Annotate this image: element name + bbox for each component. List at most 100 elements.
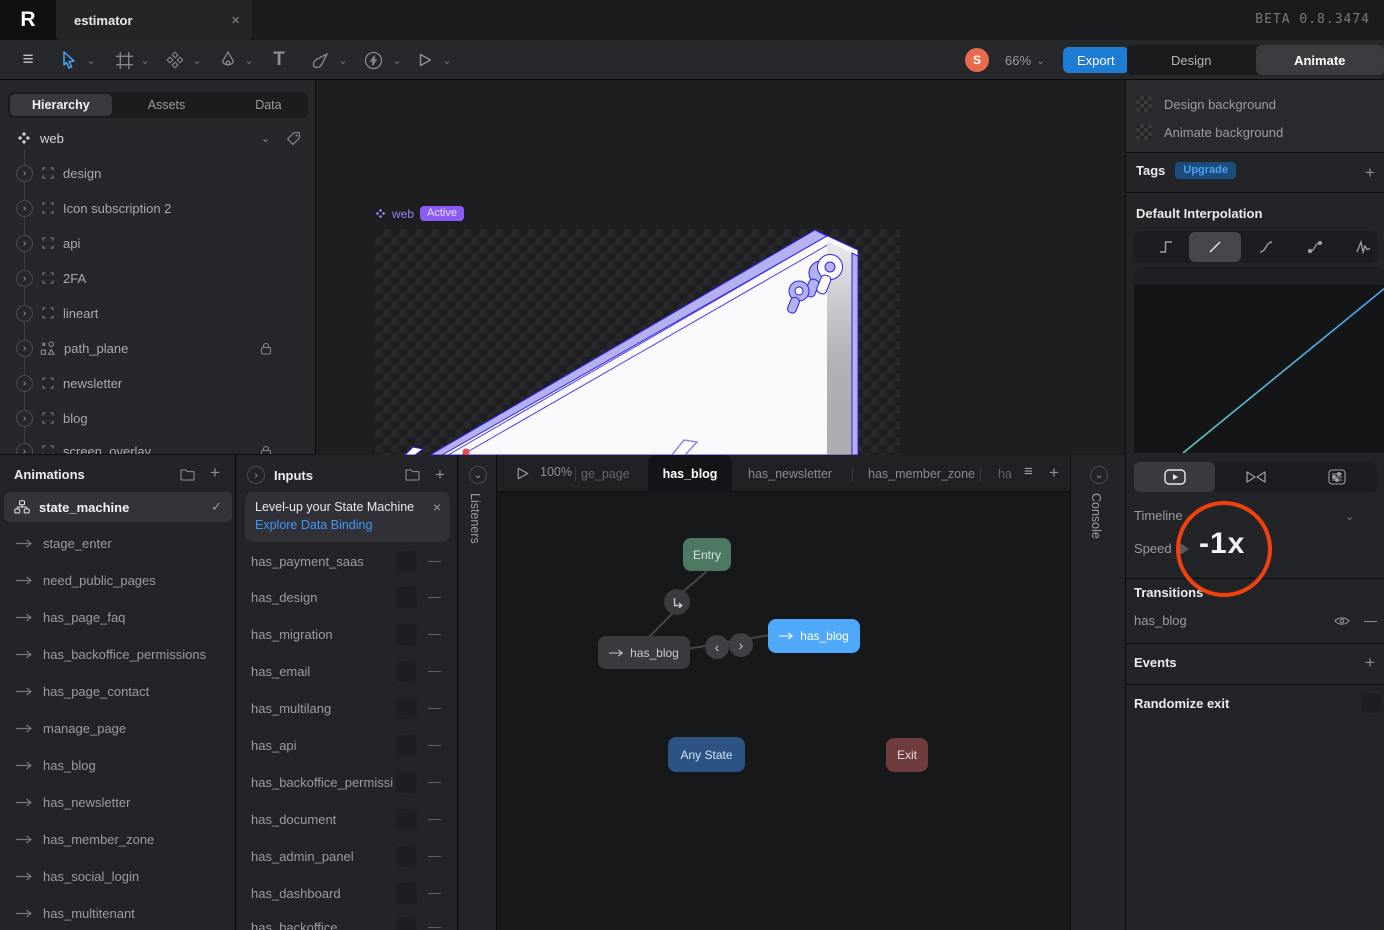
add-event-icon[interactable]: + (1365, 654, 1375, 671)
state-machine-item[interactable]: state_machine ✓ (4, 492, 232, 522)
tree-item[interactable]: › screen_overlay (0, 441, 316, 455)
select-tool-icon[interactable] (56, 40, 82, 80)
eye-icon[interactable] (1334, 616, 1350, 626)
input-checkbox[interactable] (396, 772, 417, 793)
input-checkbox[interactable] (396, 698, 417, 719)
folder-icon[interactable] (180, 469, 195, 481)
transition-condition-icon[interactable] (664, 589, 690, 615)
animation-item[interactable]: has_newsletter (16, 793, 130, 811)
interp-elastic-icon[interactable] (1338, 232, 1384, 262)
tab-design[interactable]: Design (1127, 45, 1256, 75)
design-canvas[interactable]: web Active (317, 81, 1125, 455)
tree-item-artboard-web[interactable]: web ⌄ (0, 128, 316, 148)
input-clear-icon[interactable]: — (428, 626, 441, 641)
chevron-down-icon[interactable]: ⌄ (261, 132, 270, 145)
tab-list-icon[interactable]: ≡ (1024, 463, 1033, 480)
design-background-row[interactable]: Design background (1136, 96, 1276, 112)
input-clear-icon[interactable]: — (428, 663, 441, 678)
knife-tool-icon[interactable] (308, 40, 332, 80)
zoom-level-control[interactable]: 66% ⌄ (1005, 40, 1045, 80)
artboard[interactable] (375, 229, 900, 455)
tree-item[interactable]: › newsletter (0, 373, 316, 393)
tab-assets[interactable]: Assets (116, 94, 218, 116)
timeline-dropdown-icon[interactable]: ⌄ (1345, 510, 1354, 523)
play-icon[interactable] (515, 466, 530, 481)
transition-row[interactable]: has_blog — (1134, 613, 1377, 628)
bolt-tool-dropdown[interactable]: ⌄ (390, 40, 404, 80)
rive-logo[interactable]: R (0, 0, 56, 40)
interp-hold-icon[interactable] (1141, 232, 1190, 262)
input-checkbox[interactable] (396, 735, 417, 756)
input-clear-icon[interactable]: — (428, 737, 441, 752)
shapes-tool-dropdown[interactable]: ⌄ (190, 40, 204, 80)
state-machine-graph[interactable]: 100% ge_page has_blog has_newsletter has… (497, 455, 1070, 930)
close-tab-icon[interactable]: × (231, 12, 240, 29)
playback-zoom-value[interactable]: 100% (540, 465, 572, 479)
knife-tool-dropdown[interactable]: ⌄ (336, 40, 350, 80)
export-button[interactable]: Export (1063, 47, 1129, 73)
bolt-tool-icon[interactable] (360, 40, 386, 80)
speed-stepper-icon[interactable] (1174, 539, 1192, 559)
input-clear-icon[interactable]: — (428, 811, 441, 826)
text-tool-icon[interactable]: T (268, 40, 290, 80)
input-clear-icon[interactable]: — (428, 553, 441, 568)
add-input-icon[interactable]: + (435, 466, 445, 483)
tab-data[interactable]: Data (221, 94, 315, 116)
input-checkbox[interactable] (396, 587, 417, 608)
animation-item[interactable]: need_public_pages (16, 571, 156, 589)
lock-icon[interactable] (260, 445, 272, 456)
node-state-from[interactable]: has_blog (598, 636, 690, 669)
interp-linear-icon[interactable] (1189, 232, 1241, 262)
avatar[interactable]: S (965, 48, 989, 72)
pen-tool-icon[interactable] (217, 40, 239, 80)
mode-preview-icon[interactable] (1134, 462, 1215, 492)
graph-tab-active[interactable]: has_blog (648, 455, 732, 492)
expand-console-icon[interactable]: ⌄ (1090, 466, 1108, 484)
input-clear-icon[interactable]: — (428, 848, 441, 863)
frame-tool-dropdown[interactable]: ⌄ (138, 40, 152, 80)
pen-tool-dropdown[interactable]: ⌄ (242, 40, 256, 80)
remove-transition-icon[interactable]: — (1364, 613, 1377, 628)
input-checkbox[interactable] (396, 551, 417, 572)
animation-item[interactable]: has_multitenant (16, 904, 135, 922)
tree-item[interactable]: › lineart (0, 303, 316, 323)
expand-icon[interactable]: › (16, 165, 33, 182)
document-tab[interactable]: estimator × (56, 0, 252, 40)
input-checkbox[interactable] (396, 661, 417, 682)
add-tag-icon[interactable]: + (1365, 164, 1375, 181)
tree-item[interactable]: › 2FA (0, 268, 316, 288)
animation-item[interactable]: stage_enter (16, 534, 112, 552)
animation-item[interactable]: has_backoffice_permissions (16, 645, 206, 663)
tab-animate[interactable]: Animate (1256, 45, 1384, 75)
graph-tab-clipped[interactable]: ge_page (581, 455, 630, 492)
promo-link[interactable]: Explore Data Binding (255, 518, 440, 532)
select-tool-dropdown[interactable]: ⌄ (84, 40, 98, 80)
animate-background-row[interactable]: Animate background (1136, 124, 1283, 140)
frame-tool-icon[interactable] (112, 40, 136, 80)
tree-item[interactable]: › path_plane (0, 338, 316, 358)
node-state-to-selected[interactable]: has_blog (768, 619, 860, 653)
close-icon[interactable]: × (433, 499, 441, 515)
add-tab-icon[interactable]: + (1049, 464, 1059, 481)
expand-icon[interactable]: › (16, 200, 33, 217)
expand-icon[interactable]: › (16, 375, 33, 392)
node-exit[interactable]: Exit (886, 738, 928, 772)
node-any-state[interactable]: Any State (668, 737, 745, 772)
input-checkbox[interactable] (396, 846, 417, 867)
tree-item[interactable]: › design (0, 163, 316, 183)
randomize-exit-checkbox[interactable] (1361, 693, 1381, 713)
animate-background-swatch[interactable] (1136, 124, 1152, 140)
animation-item[interactable]: manage_page (16, 719, 126, 737)
input-clear-icon[interactable]: — (428, 919, 441, 930)
shapes-tool-icon[interactable] (163, 40, 187, 80)
expand-icon[interactable]: › (16, 270, 33, 287)
tree-item[interactable]: › blog (0, 408, 316, 428)
input-clear-icon[interactable]: — (428, 589, 441, 604)
interp-bezier-icon[interactable] (1290, 232, 1339, 262)
input-checkbox[interactable] (396, 917, 417, 930)
animation-item[interactable]: has_blog (16, 756, 96, 774)
transition-right-icon[interactable]: › (729, 633, 753, 657)
input-checkbox[interactable] (396, 883, 417, 904)
input-checkbox[interactable] (396, 809, 417, 830)
menu-icon[interactable]: ≡ (14, 40, 42, 80)
